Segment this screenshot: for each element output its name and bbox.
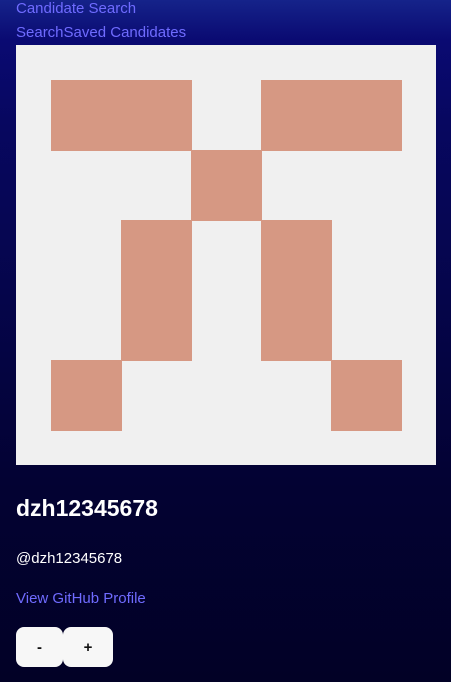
identicon-block [261, 220, 332, 361]
nav-search-link[interactable]: Search [16, 24, 64, 41]
nav-saved-candidates-link[interactable]: Saved Candidates [64, 24, 187, 41]
identicon-image [16, 45, 436, 465]
nav-title-link[interactable]: Candidate Search [16, 0, 186, 18]
candidate-handle: @dzh12345678 [16, 550, 123, 567]
candidate-avatar [16, 45, 436, 465]
identicon-block [191, 150, 262, 221]
save-candidate-button[interactable]: + [63, 627, 113, 667]
view-github-profile-link[interactable]: View GitHub Profile [16, 590, 146, 608]
nav-links: SearchSaved Candidates [16, 24, 186, 42]
identicon-block [121, 220, 192, 361]
top-nav: Candidate Search SearchSaved Candidates [16, 0, 186, 42]
candidate-actions: - + [16, 627, 113, 667]
candidate-username: dzh12345678 [16, 495, 158, 521]
reject-candidate-button[interactable]: - [16, 627, 63, 667]
identicon-block [51, 360, 122, 431]
identicon-block [261, 80, 402, 151]
identicon-block [51, 80, 192, 151]
identicon-block [331, 360, 402, 431]
